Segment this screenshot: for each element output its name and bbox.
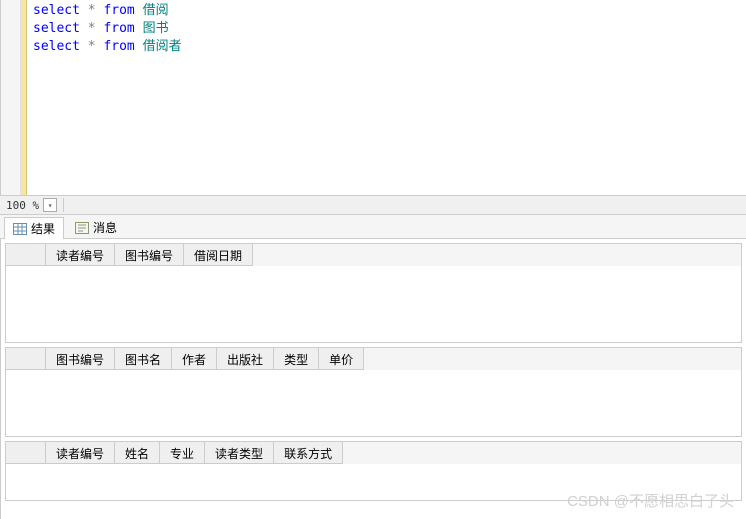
grid-header: 图书编号 图书名 作者 出版社 类型 单价 — [6, 348, 741, 370]
sql-editor[interactable]: select * from 借阅 select * from 图书 select… — [27, 0, 746, 195]
column-header[interactable]: 作者 — [172, 348, 217, 370]
column-header[interactable]: 借阅日期 — [184, 244, 253, 266]
column-header[interactable]: 出版社 — [217, 348, 274, 370]
results-grid-icon — [13, 223, 27, 235]
column-header[interactable]: 单价 — [319, 348, 364, 370]
column-header[interactable]: 读者编号 — [46, 244, 115, 266]
tab-results-label: 结果 — [31, 220, 55, 237]
grid-header: 读者编号 图书编号 借阅日期 — [6, 244, 741, 266]
column-header[interactable]: 读者类型 — [205, 442, 274, 464]
result-grid-3[interactable]: 读者编号 姓名 专业 读者类型 联系方式 — [5, 441, 742, 501]
sql-editor-pane: select * from 借阅 select * from 图书 select… — [0, 0, 746, 195]
column-header[interactable]: 类型 — [274, 348, 319, 370]
column-header[interactable]: 图书编号 — [115, 244, 184, 266]
row-selector-corner[interactable] — [6, 348, 46, 370]
row-selector-corner[interactable] — [6, 442, 46, 464]
tab-messages[interactable]: 消息 — [66, 216, 126, 238]
column-header[interactable]: 图书编号 — [46, 348, 115, 370]
results-tabstrip: 结果 消息 — [0, 215, 746, 239]
messages-icon — [75, 222, 89, 234]
column-header[interactable]: 专业 — [160, 442, 205, 464]
editor-gutter — [1, 0, 21, 195]
tab-messages-label: 消息 — [93, 219, 117, 236]
column-header[interactable]: 姓名 — [115, 442, 160, 464]
grid-header: 读者编号 姓名 专业 读者类型 联系方式 — [6, 442, 741, 464]
row-selector-corner[interactable] — [6, 244, 46, 266]
zoom-dropdown[interactable]: ▾ — [43, 198, 57, 212]
column-header[interactable]: 图书名 — [115, 348, 172, 370]
grid-body[interactable] — [6, 266, 741, 342]
zoom-level: 100 % — [6, 199, 39, 212]
divider — [63, 198, 64, 212]
result-grid-2[interactable]: 图书编号 图书名 作者 出版社 类型 单价 — [5, 347, 742, 437]
grid-body[interactable] — [6, 370, 741, 436]
result-grid-1[interactable]: 读者编号 图书编号 借阅日期 — [5, 243, 742, 343]
zoom-toolbar: 100 % ▾ — [0, 195, 746, 215]
results-panel: 读者编号 图书编号 借阅日期 图书编号 图书名 作者 出版社 类型 单价 读者编… — [0, 239, 746, 519]
column-header[interactable]: 联系方式 — [274, 442, 343, 464]
column-header[interactable]: 读者编号 — [46, 442, 115, 464]
grid-body[interactable] — [6, 464, 741, 500]
tab-results[interactable]: 结果 — [4, 217, 64, 239]
